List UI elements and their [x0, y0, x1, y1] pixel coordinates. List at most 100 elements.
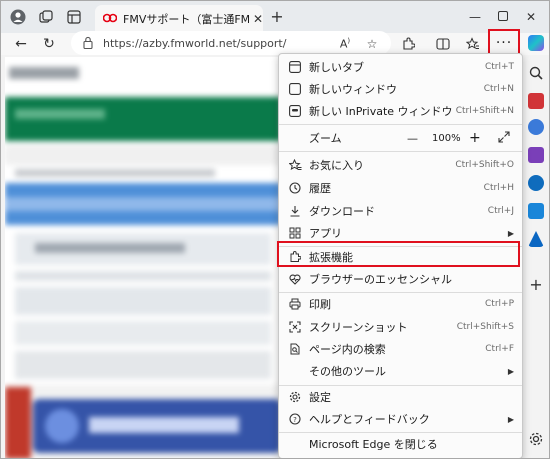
maximize-icon[interactable]: [495, 9, 511, 25]
menu-item-label: ブラウザーのエッセンシャル: [309, 273, 452, 286]
m365-icon[interactable]: [528, 175, 544, 191]
fmv-favicon-icon: [102, 12, 118, 27]
menu-divider: [279, 151, 522, 152]
menu-item-label: アプリ: [309, 227, 342, 240]
menu-item-label: 設定: [309, 391, 331, 404]
menu-item-inprivate[interactable]: 新しい InPrivate ウィンドウ Ctrl+Shift+N: [279, 100, 522, 122]
profile-icon[interactable]: [9, 8, 27, 26]
zoom-label: ズーム: [309, 132, 342, 145]
more-tools-icon: [288, 364, 302, 378]
menu-item-new-window[interactable]: 新しいウィンドウ Ctrl+N: [279, 78, 522, 100]
add-sidebar-app-icon[interactable]: +: [528, 277, 544, 293]
sidebar-settings-icon[interactable]: [528, 431, 544, 447]
menu-item-print[interactable]: 印刷 Ctrl+P: [279, 293, 522, 315]
menu-item-shortcut: Ctrl+Shift+N: [455, 106, 514, 116]
menu-item-label: 新しい InPrivate ウィンドウ: [309, 105, 453, 118]
tab-fmv-support[interactable]: FMVサポート（富士通FMV個人向 ✕: [95, 5, 263, 33]
search-icon[interactable]: [528, 65, 544, 81]
menu-item-label: ヘルプとフィードバック: [309, 413, 430, 426]
menu-item-help-feedback[interactable]: ? ヘルプとフィードバック ▶: [279, 408, 522, 430]
favorites-icon: [288, 158, 302, 172]
favorite-star-icon[interactable]: ☆: [362, 33, 382, 55]
menu-item-shortcut: Ctrl+N: [483, 84, 514, 94]
history-icon: [288, 181, 302, 195]
menu-item-screenshot[interactable]: スクリーンショット Ctrl+Shift+S: [279, 316, 522, 338]
shopping-icon[interactable]: [528, 119, 544, 135]
lock-icon: [83, 36, 95, 50]
workspaces-icon[interactable]: [37, 8, 55, 26]
tools-icon[interactable]: [528, 93, 544, 109]
find-icon: [288, 342, 302, 356]
close-edge-icon: [288, 437, 302, 451]
blurred-website: [5, 57, 281, 458]
read-aloud-icon[interactable]: A): [335, 33, 355, 55]
tab-title: FMVサポート（富士通FMV個人向: [123, 13, 249, 26]
menu-item-label: Microsoft Edge を閉じる: [309, 438, 438, 451]
menu-item-shortcut: Ctrl+F: [485, 344, 514, 354]
menu-item-find-on-page[interactable]: ページ内の検索 Ctrl+F: [279, 338, 522, 360]
minimize-icon[interactable]: —: [467, 9, 483, 25]
menu-item-label: 履歴: [309, 182, 331, 195]
fullscreen-icon[interactable]: [498, 130, 510, 146]
title-bar: FMVサポート（富士通FMV個人向 ✕ + — ✕: [1, 1, 549, 33]
menu-divider: [279, 124, 522, 125]
zoom-in-button[interactable]: +: [469, 130, 481, 146]
apps-icon: [288, 226, 302, 240]
new-tab-icon: [288, 60, 302, 74]
games-icon[interactable]: [528, 147, 544, 163]
submenu-arrow-icon: ▶: [507, 366, 514, 376]
menu-item-settings[interactable]: 設定: [279, 386, 522, 408]
zoom-value: 100%: [432, 132, 461, 144]
edge-sidebar: +: [522, 35, 549, 458]
menu-item-browser-essentials[interactable]: ブラウザーのエッセンシャル: [279, 268, 522, 290]
favorites-bar-icon[interactable]: [463, 33, 483, 55]
tab-close-icon[interactable]: ✕: [253, 12, 263, 26]
menu-item-downloads[interactable]: ダウンロード Ctrl+J: [279, 200, 522, 222]
menu-item-new-tab[interactable]: 新しいタブ Ctrl+T: [279, 56, 522, 78]
help-icon: ?: [288, 412, 302, 426]
menu-item-label: 新しいタブ: [309, 61, 364, 74]
back-icon[interactable]: ←: [11, 34, 31, 54]
menu-item-label: お気に入り: [309, 159, 364, 172]
menu-item-label: スクリーンショット: [309, 321, 408, 334]
tab-actions-icon[interactable]: [65, 8, 83, 26]
essentials-icon: [288, 272, 302, 286]
refresh-icon[interactable]: ↻: [39, 34, 59, 54]
zoom-out-button[interactable]: —: [407, 132, 418, 145]
menu-item-zoom: ズーム — 100% +: [279, 127, 522, 149]
browser-window: FMVサポート（富士通FMV個人向 ✕ + — ✕ ← ↻ https://az…: [0, 0, 550, 459]
menu-item-shortcut: Ctrl+T: [484, 62, 514, 72]
menu-item-label: 印刷: [309, 298, 331, 311]
outlook-icon[interactable]: [528, 203, 544, 219]
svg-text:?: ?: [293, 416, 297, 424]
menu-item-shortcut: Ctrl+P: [485, 299, 514, 309]
extensions-toolbar-icon[interactable]: [398, 33, 418, 55]
split-screen-icon[interactable]: [433, 33, 453, 55]
menu-item-shortcut: Ctrl+Shift+S: [456, 322, 514, 332]
menu-item-label: 新しいウィンドウ: [309, 83, 397, 96]
menu-item-label: その他のツール: [309, 365, 386, 378]
menu-item-close-edge[interactable]: Microsoft Edge を閉じる: [279, 433, 522, 455]
menu-item-history[interactable]: 履歴 Ctrl+H: [279, 177, 522, 199]
menu-item-shortcut: Ctrl+J: [487, 206, 514, 216]
drop-icon[interactable]: [528, 231, 544, 247]
copilot-icon[interactable]: [528, 35, 544, 51]
download-icon: [288, 204, 302, 218]
menu-item-shortcut: Ctrl+Shift+O: [455, 160, 514, 170]
submenu-arrow-icon: ▶: [507, 228, 514, 238]
menu-item-more-tools[interactable]: その他のツール ▶: [279, 360, 522, 382]
print-icon: [288, 297, 302, 311]
extensions-highlight-box: [277, 241, 520, 267]
more-icon: ···: [495, 35, 513, 51]
screenshot-icon: [288, 320, 302, 334]
navigation-bar: ← ↻ https://azby.fmworld.net/support/ A)…: [1, 31, 549, 55]
submenu-arrow-icon: ▶: [507, 414, 514, 424]
menu-item-favorites[interactable]: お気に入り Ctrl+Shift+O: [279, 154, 522, 176]
new-window-icon: [288, 82, 302, 96]
close-window-icon[interactable]: ✕: [523, 9, 539, 25]
menu-item-shortcut: Ctrl+H: [483, 183, 514, 193]
new-tab-button[interactable]: +: [269, 9, 285, 25]
address-url: https://azby.fmworld.net/support/: [103, 36, 287, 50]
menu-item-label: ページ内の検索: [309, 343, 386, 356]
inprivate-icon: [288, 104, 302, 118]
